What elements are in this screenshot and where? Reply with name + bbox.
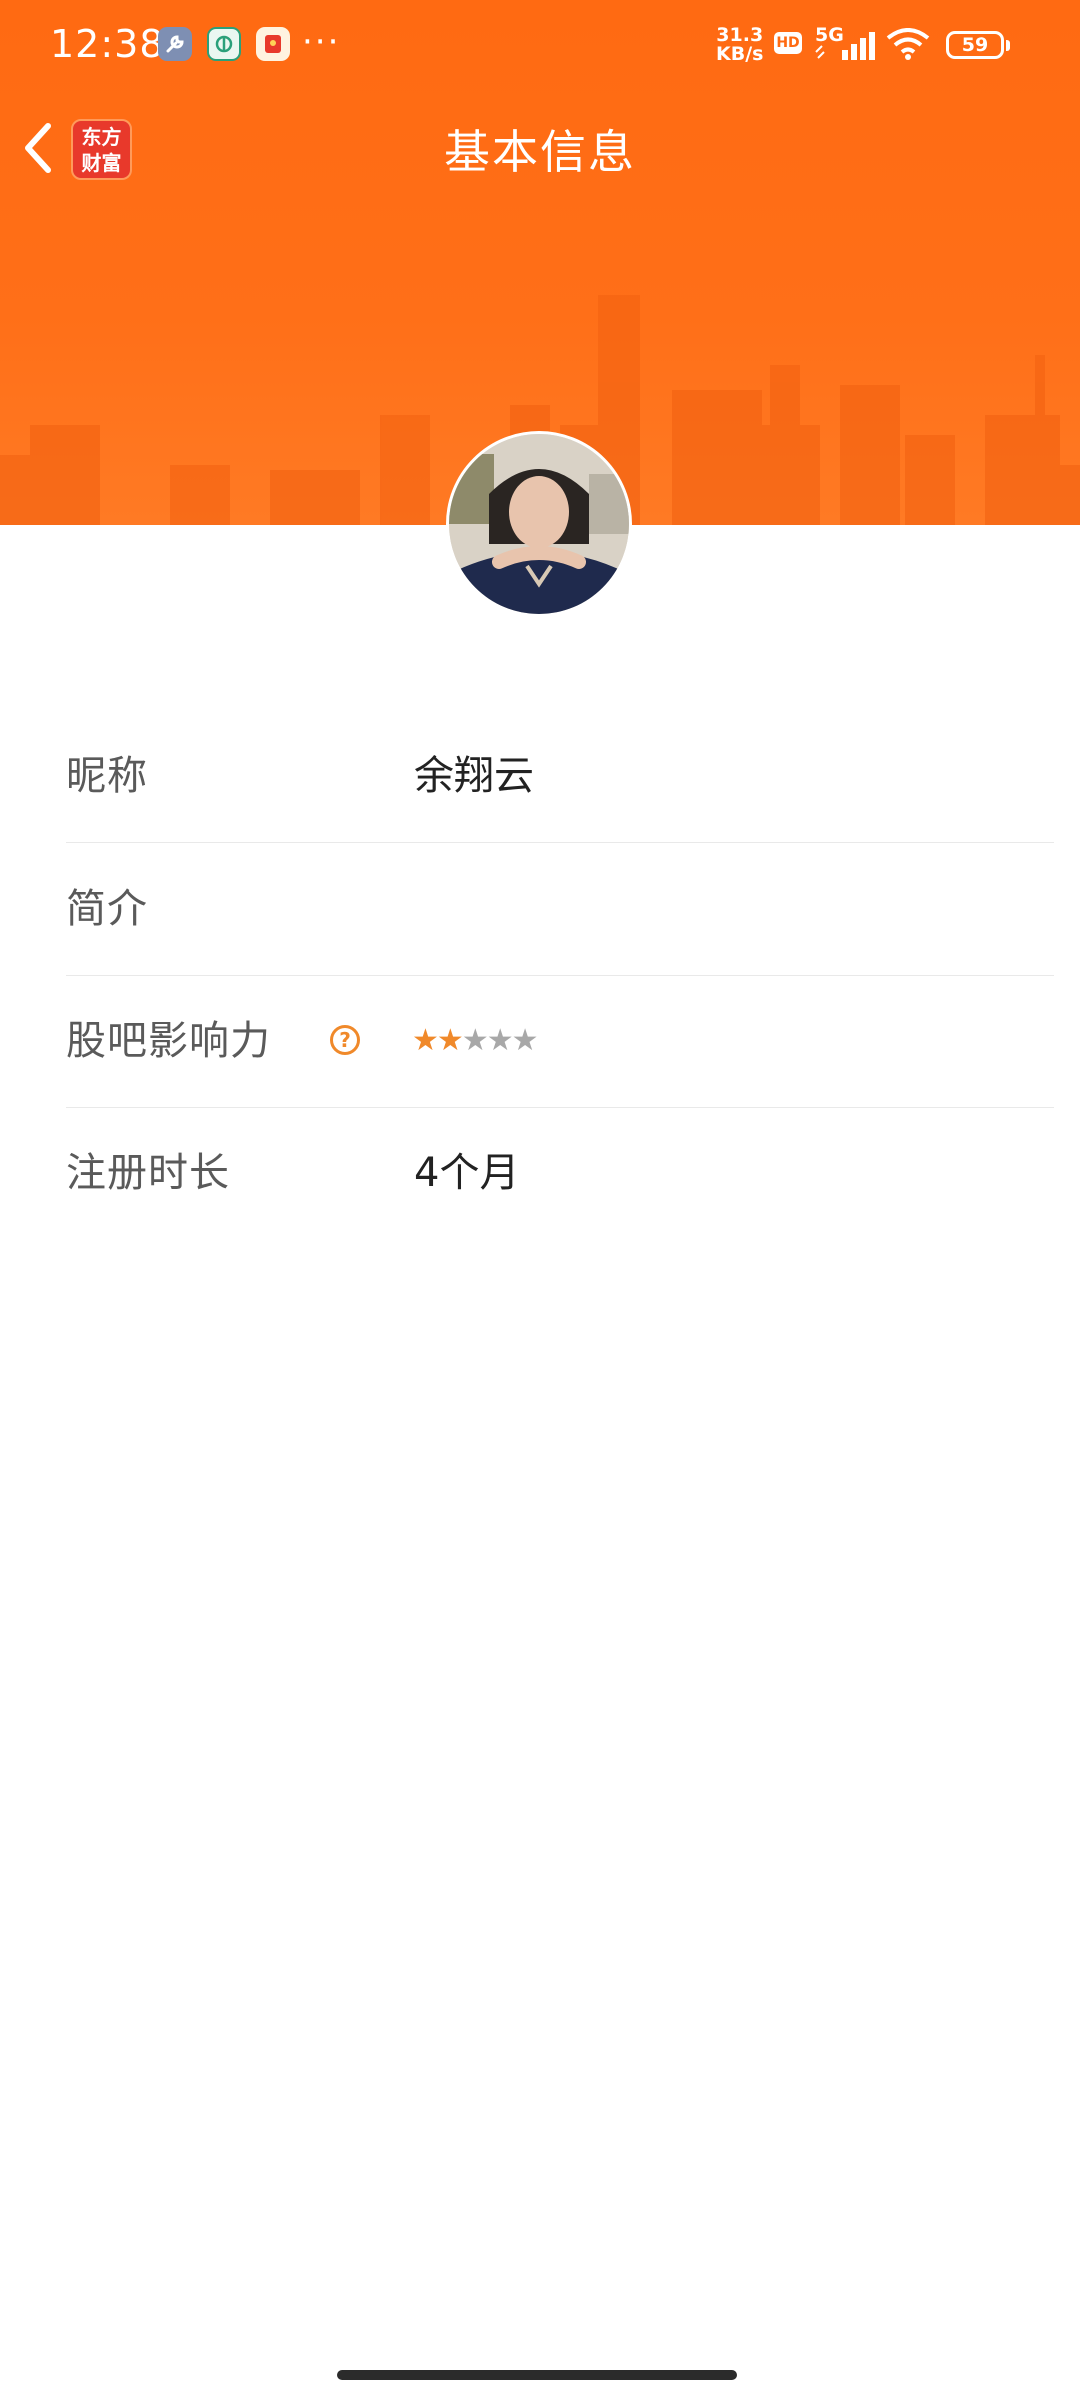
nickname-label: 昵称 xyxy=(66,753,148,799)
nickname-row[interactable]: 昵称 余翔云 xyxy=(66,710,1054,843)
network-speed: 31.3 KB/s xyxy=(716,26,763,64)
bio-label: 简介 xyxy=(66,886,148,932)
wrench-app-icon xyxy=(158,27,192,61)
star-empty-icon: ★ xyxy=(486,1023,514,1058)
star-filled-icon: ★ xyxy=(436,1023,464,1058)
nickname-value: 余翔云 xyxy=(414,753,534,799)
star-empty-icon: ★ xyxy=(461,1023,489,1058)
influence-label: 股吧影响力 xyxy=(66,1018,271,1064)
status-time: 12:38 xyxy=(50,22,165,66)
hd-voice-badge: HD xyxy=(774,32,802,54)
registration-duration-value: 4个月 xyxy=(414,1150,520,1196)
home-indicator[interactable] xyxy=(337,2370,737,2380)
page-title: 基本信息 xyxy=(444,125,636,179)
star-empty-icon: ★ xyxy=(511,1023,539,1058)
registration-duration-label: 注册时长 xyxy=(66,1150,230,1196)
registration-duration-row: 注册时长 4个月 xyxy=(66,1107,1054,1239)
status-bar: 12:38 ··· 31.3 KB/s HD 5G 59 xyxy=(0,0,1080,92)
help-icon[interactable]: ? xyxy=(330,1025,360,1055)
avatar[interactable] xyxy=(446,431,632,617)
star-filled-icon: ★ xyxy=(412,1023,439,1058)
bio-row[interactable]: 简介 xyxy=(66,843,1054,976)
green-app-icon xyxy=(207,27,241,61)
wifi-icon xyxy=(886,28,930,60)
cellular-signal-icon xyxy=(815,32,875,60)
battery-icon: 59 xyxy=(946,31,1010,59)
influence-row: 股吧影响力 ? ★★★★★ xyxy=(66,975,1054,1108)
influence-star-rating: ★★★★★ xyxy=(412,975,539,1107)
user-photo xyxy=(449,434,629,614)
red-envelope-app-icon xyxy=(256,27,290,61)
more-notifications-icon: ··· xyxy=(302,22,341,62)
network-speed-unit: KB/s xyxy=(716,43,764,65)
